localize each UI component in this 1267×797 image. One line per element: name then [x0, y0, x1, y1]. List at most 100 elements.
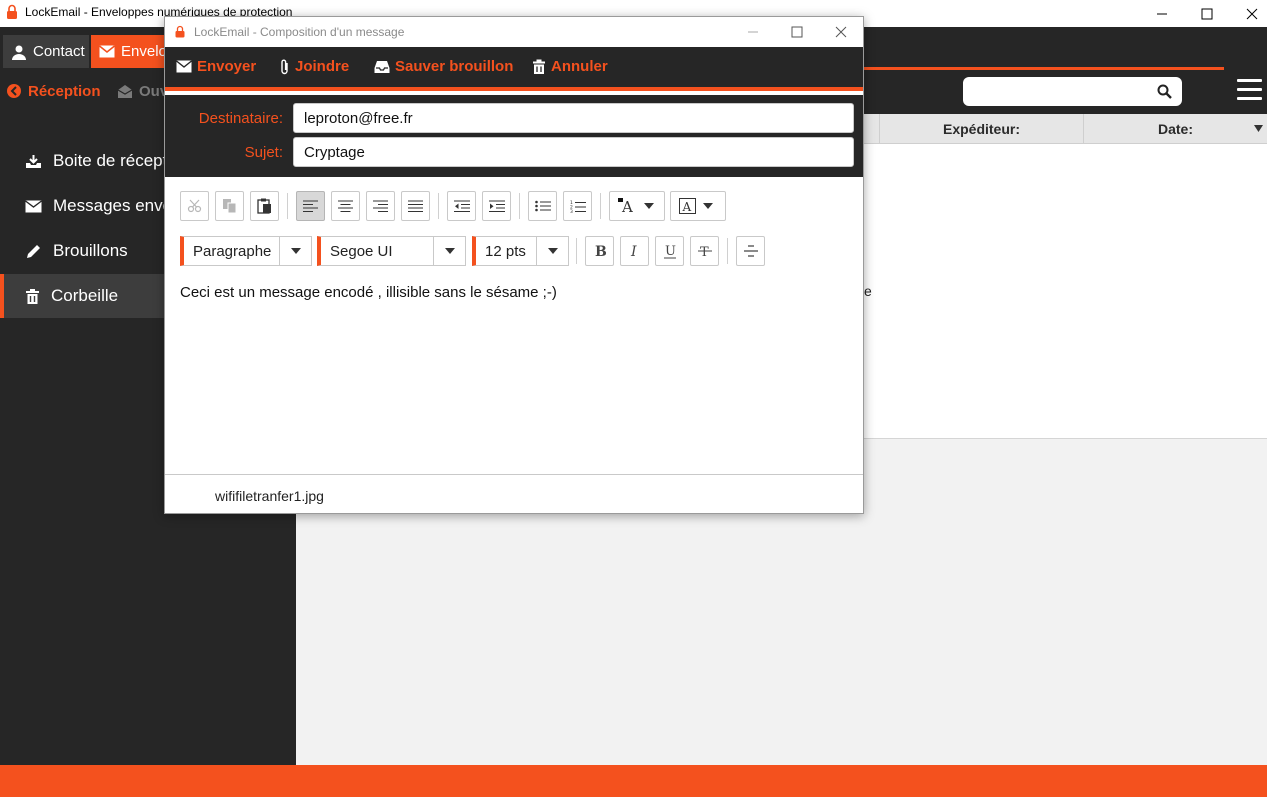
search-icon	[1157, 84, 1172, 99]
close-button[interactable]	[1229, 0, 1267, 27]
compose-window-title: LockEmail - Composition d'un message	[194, 25, 405, 39]
message-list[interactable]: e	[863, 144, 1267, 439]
sidebar-item-label: Brouillons	[53, 241, 128, 260]
column-sender[interactable]: Expéditeur:	[879, 114, 1083, 144]
cut-button[interactable]	[180, 191, 209, 221]
align-right-icon	[373, 200, 388, 212]
compose-close-button[interactable]	[819, 17, 863, 47]
font-family-select[interactable]: Segoe UI	[317, 236, 466, 266]
search-input[interactable]	[973, 82, 1153, 101]
maximize-button[interactable]	[1184, 0, 1230, 27]
open-button[interactable]: Ouv	[117, 73, 168, 109]
text-color-dropdown[interactable]: A	[609, 191, 665, 221]
reception-button[interactable]: Réception	[6, 73, 101, 109]
menu-icon[interactable]	[1237, 79, 1262, 101]
paragraph-style-select[interactable]: Paragraphe	[180, 236, 312, 266]
highlight-color-dropdown[interactable]: A	[670, 191, 726, 221]
person-icon	[12, 45, 26, 60]
compose-maximize-button[interactable]	[775, 17, 819, 47]
attachment-file[interactable]: wififiletranfer1.jpg	[215, 488, 324, 504]
tab-contact[interactable]: Contact	[3, 35, 89, 68]
toolbar-separator	[438, 193, 439, 219]
toolbar-separator	[727, 238, 728, 264]
column-date[interactable]: Date:	[1083, 114, 1267, 144]
horizontal-rule-button[interactable]	[736, 236, 765, 266]
to-label: Destinataire:	[198, 110, 283, 127]
align-center-button[interactable]	[331, 191, 360, 221]
envelope-icon	[99, 45, 115, 58]
close-icon	[1246, 8, 1258, 19]
minimize-button[interactable]	[1139, 0, 1185, 27]
strikethrough-button[interactable]: T	[690, 236, 719, 266]
close-icon	[835, 26, 847, 38]
chevron-down-icon	[290, 248, 301, 254]
justify-button[interactable]	[401, 191, 430, 221]
svg-text:3: 3	[570, 209, 573, 213]
subject-field[interactable]	[293, 137, 854, 167]
italic-button[interactable]: I	[620, 236, 649, 266]
compose-minimize-button[interactable]	[731, 17, 775, 47]
preview-pane	[296, 514, 864, 765]
toolbar-separator	[600, 193, 601, 219]
sidebar-item-label: Boite de réceptio	[53, 151, 181, 170]
save-draft-label: Sauver brouillon	[395, 58, 514, 75]
scissors-icon	[187, 199, 201, 213]
paste-icon	[257, 198, 271, 214]
indent-button[interactable]	[482, 191, 511, 221]
to-field[interactable]	[293, 103, 854, 133]
paperclip-icon	[281, 59, 288, 74]
sort-down-icon	[1254, 125, 1263, 132]
attach-label: Joindre	[295, 58, 350, 75]
underline-button[interactable]: U	[655, 236, 684, 266]
compose-toolbar: Envoyer Joindre Sauver brouillon Annuler	[165, 47, 863, 91]
toolbar-separator	[287, 193, 288, 219]
send-icon	[176, 60, 192, 73]
attachments-bar: wififiletranfer1.jpg	[165, 476, 863, 513]
attach-button[interactable]: Joindre	[280, 58, 349, 75]
strikethrough-icon: T	[697, 245, 712, 258]
save-draft-button[interactable]: Sauver brouillon	[374, 58, 513, 75]
inbox-icon	[26, 154, 41, 168]
message-body[interactable]: Ceci est un message encodé , illisible s…	[180, 284, 557, 301]
pencil-icon	[27, 244, 40, 258]
status-bar	[0, 765, 1267, 797]
bullet-list-button[interactable]	[528, 191, 557, 221]
minimize-icon	[748, 31, 758, 33]
sidebar-item-label: Corbeille	[51, 286, 119, 305]
sidebar-item-label: Messages envoy	[53, 196, 181, 215]
toolbar-separator	[576, 238, 577, 264]
copy-icon	[222, 199, 236, 214]
message-list-header: Expéditeur: Date:	[863, 114, 1267, 144]
open-envelope-icon	[117, 84, 133, 98]
cancel-button[interactable]: Annuler	[532, 58, 608, 75]
list-peek-text: e	[864, 283, 872, 299]
chevron-down-icon	[703, 203, 713, 209]
compose-header: Destinataire: Sujet:	[165, 95, 863, 177]
font-family-value: Segoe UI	[330, 242, 393, 260]
tray-icon	[374, 60, 390, 73]
paste-button[interactable]	[250, 191, 279, 221]
numbered-list-button[interactable]: 1 2 3	[563, 191, 592, 221]
trash-icon	[533, 59, 545, 74]
align-right-button[interactable]	[366, 191, 395, 221]
align-justify-icon	[408, 200, 423, 212]
trash-icon	[26, 288, 39, 304]
font-size-select[interactable]: 12 pts	[472, 236, 569, 266]
numbered-list-icon: 1 2 3	[570, 200, 586, 213]
paragraph-style-value: Paragraphe	[193, 242, 272, 260]
indent-icon	[488, 200, 505, 212]
copy-button[interactable]	[215, 191, 244, 221]
toolbar-separator	[519, 193, 520, 219]
cancel-label: Annuler	[551, 58, 608, 75]
search-box[interactable]	[963, 77, 1182, 106]
reception-label: Réception	[28, 82, 101, 100]
maximize-icon	[791, 26, 803, 38]
outdent-button[interactable]	[447, 191, 476, 221]
send-button[interactable]: Envoyer	[176, 58, 256, 75]
bold-button[interactable]: B	[585, 236, 614, 266]
svg-text:I: I	[630, 244, 637, 258]
reception-icon	[7, 84, 21, 98]
underline-icon: U	[663, 244, 676, 259]
align-left-button[interactable]	[296, 191, 325, 221]
lock-app-icon	[175, 25, 185, 38]
